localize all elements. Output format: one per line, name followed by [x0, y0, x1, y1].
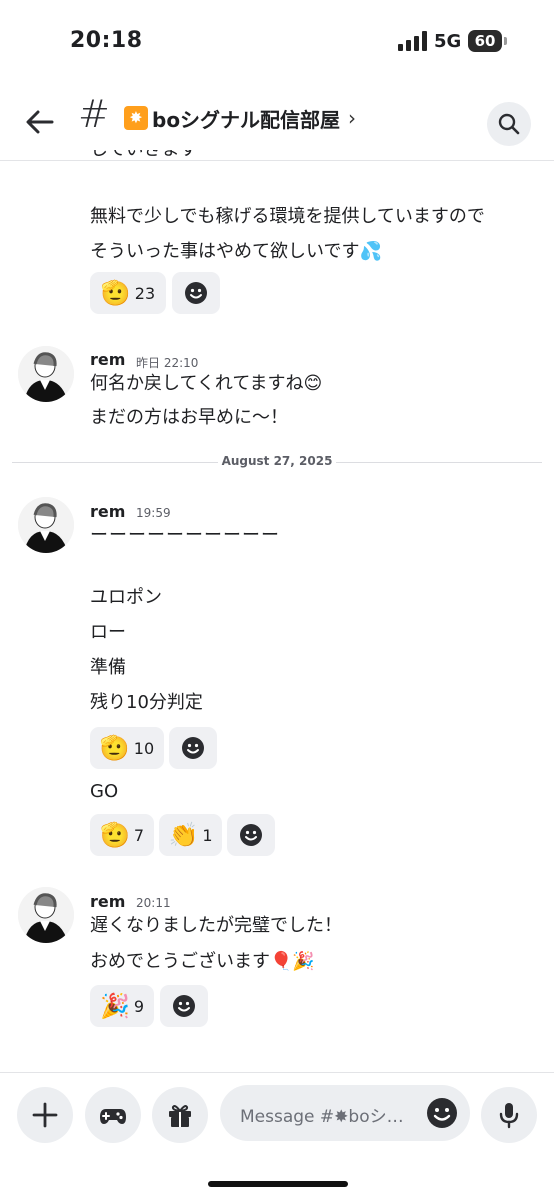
network-label: 5G: [434, 31, 462, 52]
gamepad-icon: [100, 1109, 126, 1124]
message-text: ユロポン: [90, 587, 162, 608]
clock: 20:18: [70, 28, 143, 53]
message-text: まだの方はお早めに〜！: [90, 407, 288, 428]
voice-message-button[interactable]: [481, 1087, 537, 1143]
message-text: 準備: [90, 657, 126, 678]
avatar-image: [18, 346, 74, 402]
avatar-image: [18, 887, 74, 943]
reaction-count: 7: [133, 825, 145, 845]
reaction-pill[interactable]: 🎉 9: [90, 985, 154, 1027]
home-indicator[interactable]: [208, 1181, 348, 1187]
add-reaction-button[interactable]: [160, 985, 208, 1027]
back-arrow-icon[interactable]: [22, 104, 58, 140]
channel-emoji: ✸: [124, 106, 148, 130]
add-reaction-icon: [182, 737, 204, 759]
username[interactable]: rem: [90, 892, 125, 911]
avatar-image: [18, 497, 74, 553]
reaction-pill[interactable]: 🫡 23: [90, 272, 166, 314]
signal-icon: [398, 31, 427, 51]
timestamp: 昨日 22:10: [136, 356, 199, 370]
timestamp: 19:59: [136, 506, 171, 520]
gift-icon: [169, 1105, 191, 1127]
activities-button[interactable]: [85, 1087, 141, 1143]
gift-button[interactable]: [152, 1087, 208, 1143]
avatar[interactable]: [18, 497, 74, 553]
message-text: 残り10分判定: [90, 692, 203, 713]
saluting-face-icon: 🫡: [99, 734, 130, 762]
reaction-pill[interactable]: 🫡 10: [90, 727, 164, 769]
chat-screen: 20:18 5G 60 # ✸ boシグナル配信部屋 › していきます 無料で少…: [0, 0, 554, 1200]
message-text: おめでとうございます🎈🎉: [90, 951, 315, 972]
date-divider-label: August 27, 2025: [218, 454, 336, 468]
message-input-placeholder: Message #✸boシ…: [240, 1107, 404, 1127]
add-reaction-icon: [173, 995, 195, 1017]
emoji-icon[interactable]: [426, 1097, 458, 1129]
avatar[interactable]: [18, 346, 74, 402]
reaction-count: 10: [133, 738, 155, 758]
channel-name[interactable]: boシグナル配信部屋: [152, 104, 340, 133]
microphone-icon: [499, 1103, 519, 1129]
message-text: そういった事はやめて欲しいです💦: [90, 241, 382, 262]
chevron-right-icon[interactable]: ›: [348, 106, 356, 130]
timestamp: 20:11: [136, 896, 171, 910]
reaction-count: 9: [133, 996, 145, 1016]
message-text: ロー: [90, 622, 126, 643]
message-text: 無料で少しでも稼げる環境を提供していますので: [90, 206, 485, 227]
add-reaction-button[interactable]: [172, 272, 220, 314]
channel-header: # ✸ boシグナル配信部屋 ›: [0, 90, 554, 161]
avatar[interactable]: [18, 887, 74, 943]
add-attachment-button[interactable]: [17, 1087, 73, 1143]
battery-icon: 60: [468, 30, 502, 52]
add-reaction-button[interactable]: [169, 727, 217, 769]
party-popper-icon: 🎉: [99, 992, 130, 1020]
reaction-pill[interactable]: 🫡 7: [90, 814, 154, 856]
message-text: 何名か戻してくれてますね😊: [90, 373, 323, 394]
message-text: 遅くなりましたが完璧でした！: [90, 915, 342, 936]
channel-hash-icon: #: [78, 92, 110, 136]
status-bar: 20:18 5G 60: [0, 0, 554, 80]
username[interactable]: rem: [90, 502, 125, 521]
message-text: ーーーーーーーーーー: [90, 525, 280, 546]
reaction-pill[interactable]: 👏 1: [159, 814, 222, 856]
saluting-face-icon: 🫡: [100, 279, 131, 307]
battery-tip: [504, 37, 507, 45]
search-icon: [498, 113, 520, 135]
add-reaction-button[interactable]: [227, 814, 275, 856]
message-text: GO: [90, 781, 119, 802]
message-input[interactable]: Message #✸boシ…: [220, 1085, 470, 1141]
reaction-count: 23: [134, 283, 156, 303]
clapping-hands-icon: 👏: [168, 821, 199, 849]
message-partial-line: していきます: [90, 150, 197, 162]
search-button[interactable]: [487, 102, 531, 146]
add-reaction-icon: [240, 824, 262, 846]
username[interactable]: rem: [90, 350, 125, 369]
reaction-count: 1: [202, 825, 213, 845]
saluting-face-icon: 🫡: [99, 821, 130, 849]
plus-icon: [32, 1102, 58, 1128]
add-reaction-icon: [185, 282, 207, 304]
